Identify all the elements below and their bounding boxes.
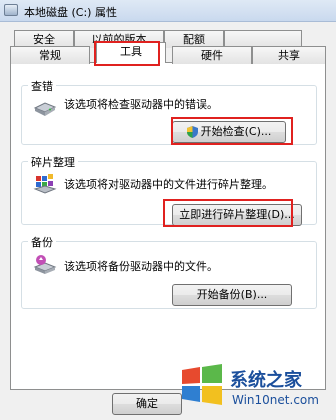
error-check-description: 该选项将检查驱动器中的错误。 — [64, 98, 218, 111]
windows-logo-icon — [182, 364, 222, 405]
watermark: 系统之家 Win10net.com — [174, 358, 334, 418]
tab-sharing[interactable]: 共享 — [252, 46, 326, 64]
tab-general[interactable]: 常规 — [10, 46, 90, 64]
tab-row-front: 常规 工具 硬件 共享 — [10, 42, 326, 64]
start-backup-button[interactable]: 开始备份(B)... — [172, 284, 292, 306]
error-check-label: 查错 — [28, 78, 56, 94]
start-backup-label: 开始备份(B)... — [196, 288, 268, 301]
defrag-button-highlight — [163, 199, 293, 227]
watermark-title: 系统之家 — [230, 370, 302, 391]
tools-panel: 查错 该选项将检查驱动器中的错误。 开始检查(C)... 碎片整理 该选项将对驱… — [10, 62, 326, 390]
backup-description: 该选项将备份驱动器中的文件。 — [64, 260, 218, 273]
backup-group: 备份 该选项将备份驱动器中的文件。 开始备份(B)... — [21, 234, 317, 309]
title-bar: 本地磁盘 (C:) 属性 — [0, 0, 336, 22]
backup-label: 备份 — [28, 234, 56, 250]
backup-icon — [33, 255, 57, 274]
check-button-highlight — [171, 117, 293, 145]
tools-tab-highlight — [94, 41, 160, 66]
tab-hardware[interactable]: 硬件 — [172, 46, 252, 64]
watermark-site: Win10net.com — [232, 393, 319, 407]
defrag-icon — [33, 174, 57, 194]
defrag-label: 碎片整理 — [28, 154, 78, 170]
defrag-description: 该选项将对驱动器中的文件进行碎片整理。 — [64, 178, 273, 191]
ok-button[interactable]: 确定 — [112, 393, 182, 415]
hard-drive-icon — [33, 102, 57, 116]
window-title: 本地磁盘 (C:) 属性 — [24, 6, 117, 19]
drive-icon — [4, 4, 18, 16]
ok-label: 确定 — [136, 397, 158, 410]
